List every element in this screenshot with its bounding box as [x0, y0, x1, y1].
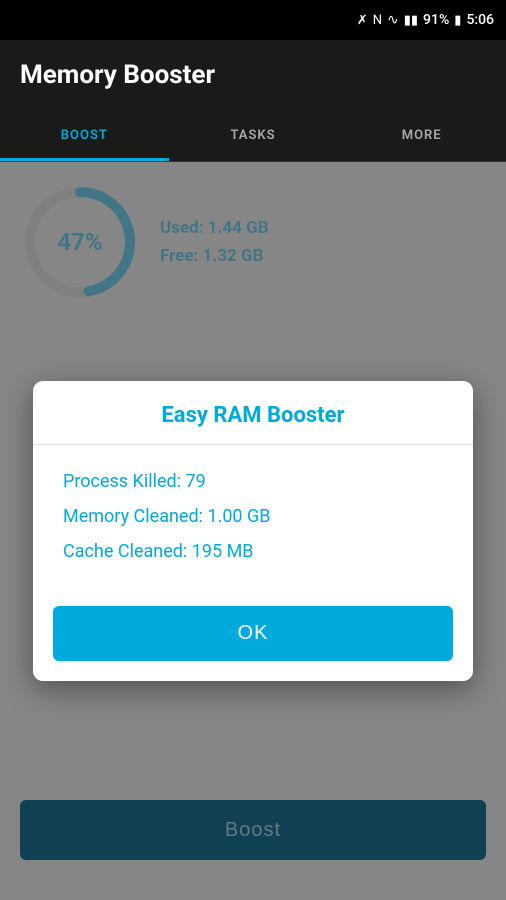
tab-more-label: MORE — [402, 128, 442, 143]
memory-cleaned-row: Memory Cleaned: 1.00 GB — [63, 506, 443, 527]
battery-percent: 91% — [423, 12, 449, 28]
ram-booster-dialog: Easy RAM Booster Process Killed: 79 Memo… — [33, 381, 473, 681]
app-title: Memory Booster — [20, 60, 215, 90]
bluetooth-icon: ✗ — [357, 13, 368, 28]
process-killed-row: Process Killed: 79 — [63, 471, 443, 492]
dialog-divider — [33, 444, 473, 445]
ok-button[interactable]: OK — [53, 606, 453, 661]
tab-more[interactable]: MORE — [337, 110, 506, 161]
process-killed-label: Process Killed: — [63, 471, 181, 492]
network-icon: ▮▮ — [404, 13, 418, 28]
memory-cleaned-label: Memory Cleaned: — [63, 506, 203, 527]
signal-icon: N — [373, 13, 382, 28]
clock: 5:06 — [466, 12, 494, 28]
tab-tasks[interactable]: TASKS — [169, 110, 338, 161]
dialog-overlay: Easy RAM Booster Process Killed: 79 Memo… — [0, 162, 506, 900]
dialog-title: Easy RAM Booster — [33, 381, 473, 444]
status-icons: ✗ N ∿ ▮▮ 91% ▮ 5:06 — [357, 12, 494, 28]
cache-cleaned-label: Cache Cleaned: — [63, 541, 187, 562]
app-header: Memory Booster — [0, 40, 506, 110]
dialog-body: Process Killed: 79 Memory Cleaned: 1.00 … — [33, 461, 473, 596]
tab-boost-label: BOOST — [61, 128, 108, 143]
battery-icon: ▮ — [454, 13, 461, 28]
process-killed-value: 79 — [186, 471, 206, 492]
cache-cleaned-value: 195 MB — [192, 541, 254, 562]
tab-bar: BOOST TASKS MORE — [0, 110, 506, 162]
cache-cleaned-row: Cache Cleaned: 195 MB — [63, 541, 443, 562]
tab-tasks-label: TASKS — [230, 128, 275, 143]
dialog-actions: OK — [33, 596, 473, 681]
tab-boost[interactable]: BOOST — [0, 110, 169, 161]
main-content: 47% Used: 1.44 GB Free: 1.32 GB Boost Ea… — [0, 162, 506, 900]
status-bar: ✗ N ∿ ▮▮ 91% ▮ 5:06 — [0, 0, 506, 40]
wifi-icon: ∿ — [387, 12, 399, 28]
memory-cleaned-value: 1.00 GB — [207, 506, 270, 527]
